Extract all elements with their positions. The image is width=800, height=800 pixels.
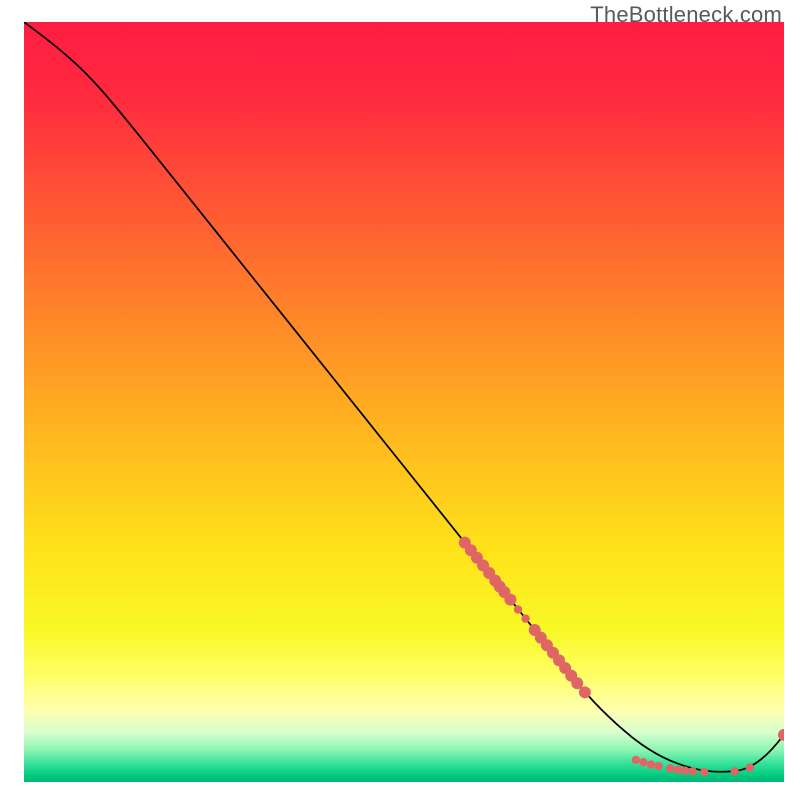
data-point-marker: [700, 768, 708, 776]
data-points-group: [459, 537, 784, 777]
data-point-marker: [666, 764, 674, 772]
chart-plot-area: [24, 22, 784, 782]
data-point-marker: [778, 729, 784, 741]
data-point-marker: [746, 763, 754, 771]
chart-overlay: [24, 22, 784, 782]
data-point-marker: [730, 767, 738, 775]
data-point-marker: [514, 605, 522, 613]
data-point-marker: [673, 766, 681, 774]
data-point-marker: [521, 614, 529, 622]
data-point-marker: [504, 594, 516, 606]
bottleneck-curve-line: [24, 22, 784, 772]
data-point-marker: [681, 766, 689, 774]
data-point-marker: [579, 686, 591, 698]
data-point-marker: [639, 758, 647, 766]
data-point-marker: [654, 762, 662, 770]
data-point-marker: [689, 767, 697, 775]
data-point-marker: [647, 760, 655, 768]
data-point-marker: [632, 756, 640, 764]
